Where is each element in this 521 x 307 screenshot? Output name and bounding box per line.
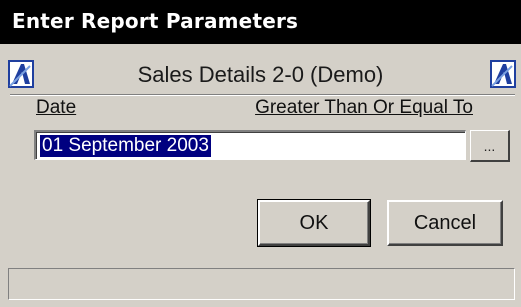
ok-button[interactable]: OK xyxy=(257,199,371,247)
browse-button[interactable]: ... xyxy=(470,130,510,162)
report-title: Sales Details 2-0 (Demo) xyxy=(137,62,384,87)
window-title: Enter Report Parameters xyxy=(12,9,299,33)
header-divider xyxy=(10,94,515,96)
date-value-input[interactable]: 01 September 2003 xyxy=(34,130,466,160)
report-parameters-dialog: Enter Report Parameters Sales Details 2-… xyxy=(0,0,521,307)
date-value-text: 01 September 2003 xyxy=(40,135,211,157)
field-label-date: Date xyxy=(36,97,77,118)
report-icon xyxy=(490,60,516,88)
cancel-button[interactable]: Cancel xyxy=(387,200,503,246)
operator-label: Greater Than Or Equal To xyxy=(255,97,473,118)
status-bar xyxy=(8,268,515,300)
report-header: Sales Details 2-0 (Demo) xyxy=(0,56,521,92)
title-bar[interactable]: Enter Report Parameters xyxy=(0,0,521,44)
